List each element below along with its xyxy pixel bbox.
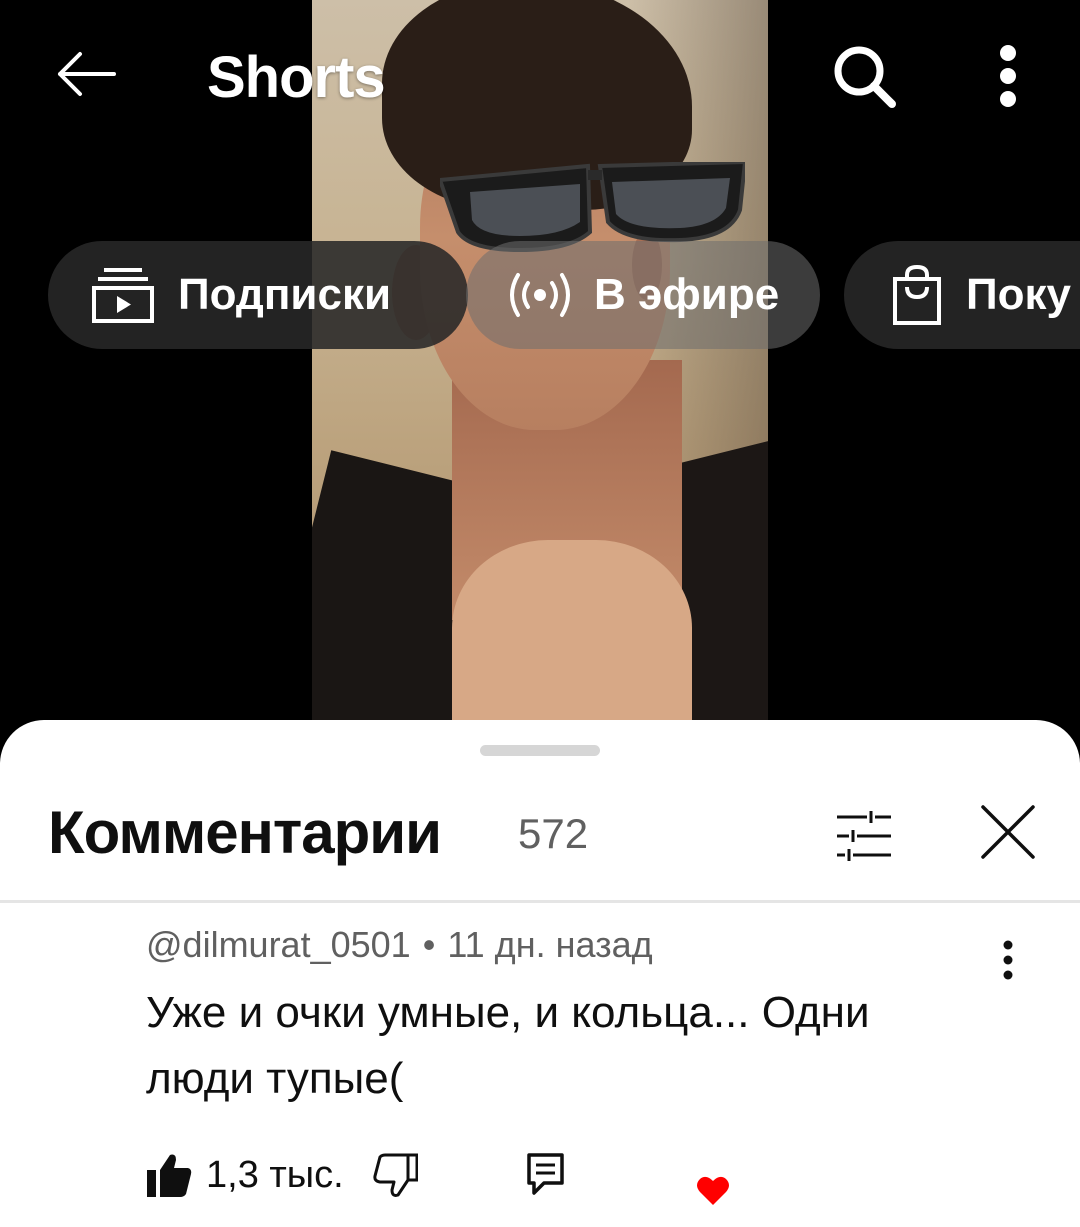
comment-text: Уже и очки умные, и кольца... Одни люди …	[146, 988, 870, 1103]
video-tshirt	[452, 540, 692, 740]
shopping-bag-icon	[892, 265, 942, 325]
close-icon	[981, 805, 1035, 859]
like-count: 1,3 тыс.	[206, 1154, 344, 1196]
close-comments-button[interactable]	[970, 794, 1046, 870]
comment-actions: 1,3 тыс.	[146, 1150, 846, 1206]
comments-title: Комментарии	[48, 799, 442, 866]
comment-options-button[interactable]	[984, 928, 1032, 992]
comments-count: 572	[518, 810, 589, 857]
comment-author[interactable]: @dilmurat_0501	[146, 924, 411, 965]
more-vertical-icon	[1000, 45, 1016, 107]
meta-separator: •	[422, 924, 436, 965]
chip-subscriptions[interactable]: Подписки	[48, 241, 468, 349]
live-icon	[508, 272, 572, 318]
search-icon	[834, 46, 896, 108]
more-vertical-icon	[1003, 940, 1013, 980]
chip-shopping-label: Поку	[966, 270, 1071, 319]
back-button[interactable]	[50, 38, 122, 110]
reply-button[interactable]	[526, 1152, 566, 1198]
filter-sliders-icon	[837, 811, 891, 861]
comment-item: @dilmurat_0501 • 11 дн. назад Уже и очки у…	[0, 910, 1080, 1227]
chip-live[interactable]: В эфире	[466, 241, 820, 349]
comment-time: 11 дн. назад	[447, 924, 653, 965]
more-options-button[interactable]	[978, 38, 1038, 114]
arrow-left-icon	[58, 52, 116, 96]
drag-handle[interactable]	[480, 745, 600, 756]
header-divider	[0, 900, 1080, 903]
like-button[interactable]	[146, 1152, 192, 1198]
top-app-bar: Shorts	[0, 0, 1080, 150]
dislike-button[interactable]	[372, 1152, 418, 1198]
creator-heart-icon	[697, 1176, 729, 1205]
sort-comments-button[interactable]	[826, 798, 902, 874]
subscriptions-icon	[92, 267, 154, 323]
chip-shopping[interactable]: Поку	[844, 241, 1080, 349]
chip-subscriptions-label: Подписки	[178, 270, 392, 319]
shorts-screen: Shorts Подписки В эфире Поку Комментарии…	[0, 0, 1080, 1227]
page-title: Shorts	[207, 45, 386, 110]
comments-sheet: Комментарии 572 @dilmurat_0501 • 11 дн. на…	[0, 720, 1080, 1227]
comment-meta: @dilmurat_0501 • 11 дн. назад	[146, 924, 653, 966]
chip-live-label: В эфире	[594, 270, 780, 319]
search-button[interactable]	[826, 38, 902, 114]
